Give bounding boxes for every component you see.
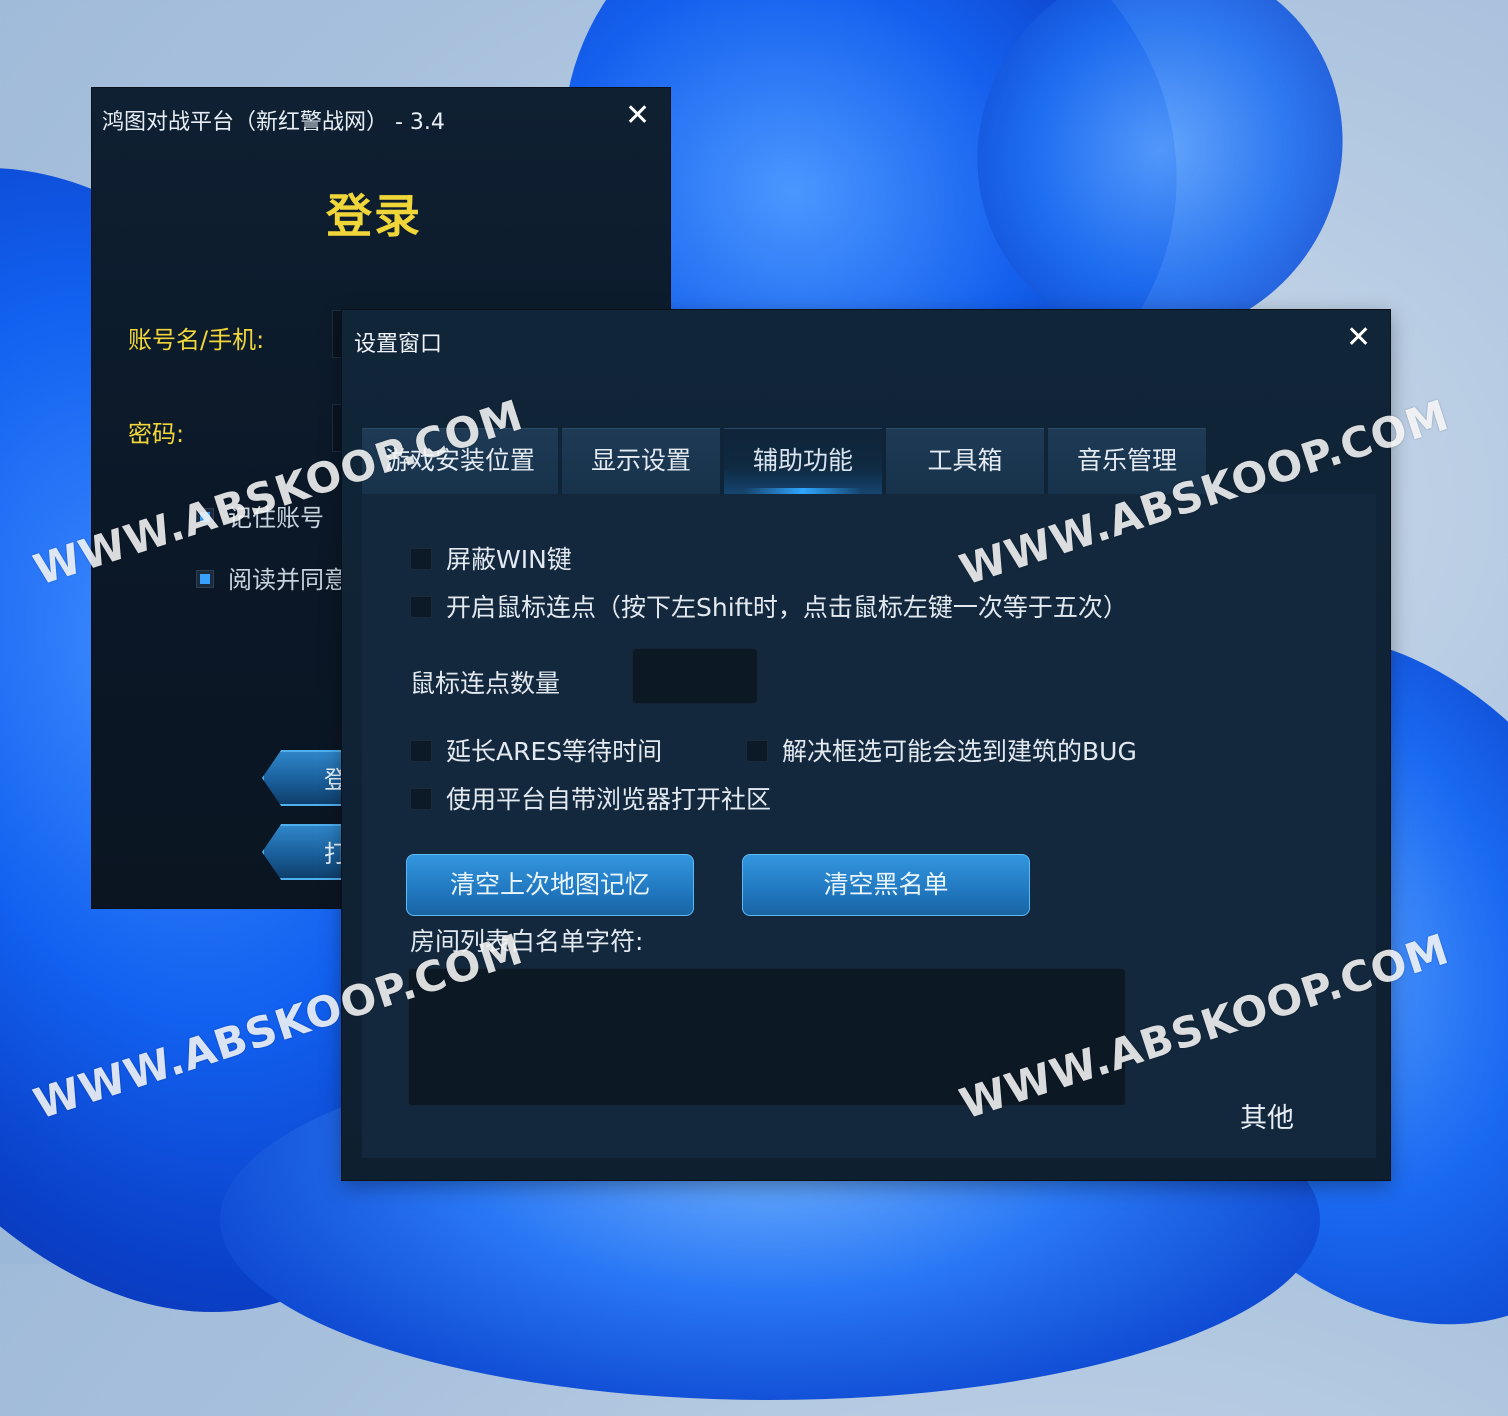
builtin-browser-checkbox[interactable] [410,788,432,810]
tab-display-settings[interactable]: 显示设置 [562,428,720,494]
fix-select-label: 解决框选可能会选到建筑的BUG [782,737,1137,766]
agree-terms-label: 阅读并同意 [228,566,348,594]
builtin-browser-label: 使用平台自带浏览器打开社区 [446,785,772,814]
tab-assist-functions[interactable]: 辅助功能 [724,428,882,494]
other-link[interactable]: 其他 [1240,1096,1294,1135]
username-label: 账号名/手机: [128,326,265,354]
password-label: 密码: [128,420,185,448]
extend-ares-label: 延长ARES等待时间 [446,737,663,766]
block-win-checkbox[interactable] [410,548,432,570]
login-close-icon[interactable]: ✕ [625,98,650,133]
mouse-repeat-label: 开启鼠标连点（按下左Shift时，点击鼠标左键一次等于五次） [446,593,1128,622]
mouse-repeat-checkbox[interactable] [410,596,432,618]
login-heading: 登录 [326,189,422,243]
tab-toolbox[interactable]: 工具箱 [886,428,1044,494]
agree-terms-checkbox[interactable] [196,570,214,588]
extend-ares-checkbox[interactable] [410,740,432,762]
clear-map-memory-button[interactable]: 清空上次地图记忆 [406,854,694,916]
settings-panel: 屏蔽WIN键 开启鼠标连点（按下左Shift时，点击鼠标左键一次等于五次） 鼠标… [362,494,1376,1158]
clear-blacklist-button[interactable]: 清空黑名单 [742,854,1030,916]
fix-select-checkbox[interactable] [746,740,768,762]
block-win-label: 屏蔽WIN键 [446,545,572,574]
login-window-title: 鸿图对战平台（新红警战网） - 3.4 [102,110,445,135]
repeat-count-input[interactable] [632,648,758,704]
settings-close-icon[interactable]: ✕ [1346,320,1371,355]
repeat-count-label: 鼠标连点数量 [410,669,561,698]
settings-window-title: 设置窗口 [354,332,443,357]
